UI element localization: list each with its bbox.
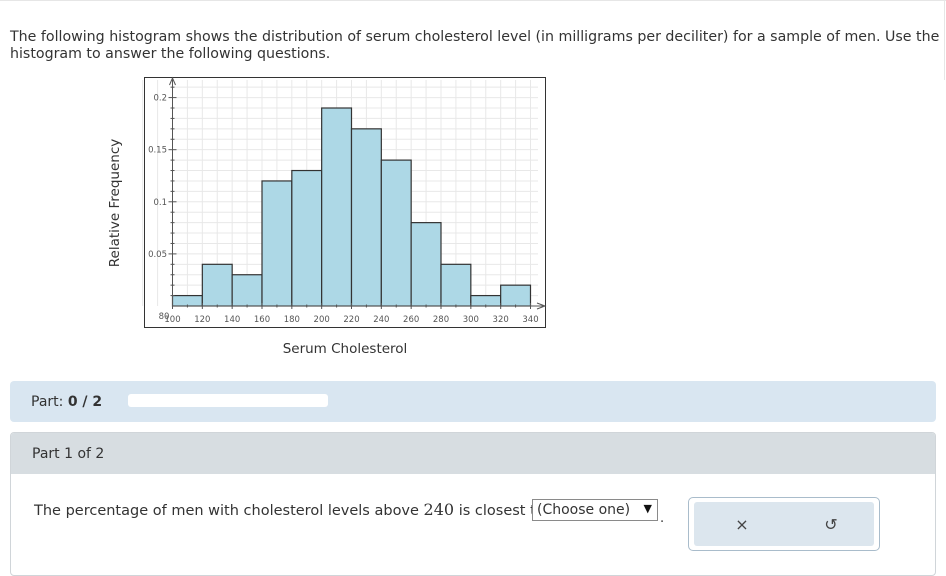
- histogram-bar: [500, 284, 532, 307]
- y-tick-label: 0.2: [153, 94, 167, 104]
- x-tick-label: 120: [194, 315, 210, 325]
- prompt-period: .: [660, 511, 665, 526]
- y-tick-label: 0.15: [148, 146, 167, 156]
- answer-select-value: (Choose one): [537, 502, 631, 518]
- histogram-bar: [171, 294, 203, 307]
- y-tick-label: 0.1: [153, 198, 167, 208]
- histogram-chart: 80100 120 140 160 180 200 220 240 260 280 300 320 34…: [107, 76, 547, 357]
- histogram-bar: [350, 128, 382, 307]
- x-tick-label: 260: [403, 315, 419, 325]
- x-tick-label: 160: [254, 315, 270, 325]
- x-tick-label: 320: [493, 315, 509, 325]
- part-panel: Part 1 of 2 The percentage of men with c…: [10, 432, 936, 576]
- y-axis-title: Relative Frequency: [107, 139, 123, 267]
- question-prompt: The percentage of men with cholesterol l…: [34, 500, 545, 519]
- x-tick-label: 220: [343, 315, 359, 325]
- histogram-bar: [321, 107, 353, 307]
- clear-icon[interactable]: ×: [730, 513, 754, 537]
- answer-tools: × ↺: [688, 497, 880, 551]
- histogram-bar: [410, 222, 442, 307]
- x-tick-label: 140: [224, 315, 240, 325]
- x-tick-label: 280: [433, 315, 449, 325]
- x-tick-label: 200: [314, 315, 330, 325]
- x-tick-label: 180: [284, 315, 300, 325]
- histogram-bar: [440, 263, 472, 307]
- x-axis-title: Serum Cholesterol: [283, 341, 408, 357]
- progress-value: 0 / 2: [67, 394, 103, 410]
- histogram-bar: [380, 159, 412, 307]
- progress-bar-panel: Part: 0 / 2: [10, 381, 936, 422]
- y-tick-label: 0.05: [148, 250, 167, 260]
- x-tick-label: 300: [463, 315, 479, 325]
- histogram-bar: [201, 263, 233, 307]
- histogram-bar: [231, 274, 263, 307]
- part-header: Part 1 of 2: [11, 433, 935, 474]
- x-tick-label: 240: [373, 315, 389, 325]
- progress-label: Part: 0 / 2: [31, 394, 103, 410]
- undo-icon[interactable]: ↺: [819, 513, 843, 537]
- x-tick-label: 100: [164, 315, 180, 325]
- dropdown-caret-icon: ▼: [643, 502, 652, 515]
- x-tick-label: 340: [522, 315, 538, 325]
- part-title: Part 1 of 2: [32, 446, 105, 462]
- histogram-bar: [470, 294, 502, 307]
- histogram-bar: [261, 180, 293, 307]
- answer-select[interactable]: (Choose one) ▼: [532, 499, 658, 521]
- threshold-number: 240: [423, 500, 455, 519]
- progress-track: [128, 394, 328, 407]
- histogram-bar: [291, 169, 323, 307]
- answer-tools-inner: × ↺: [694, 502, 874, 546]
